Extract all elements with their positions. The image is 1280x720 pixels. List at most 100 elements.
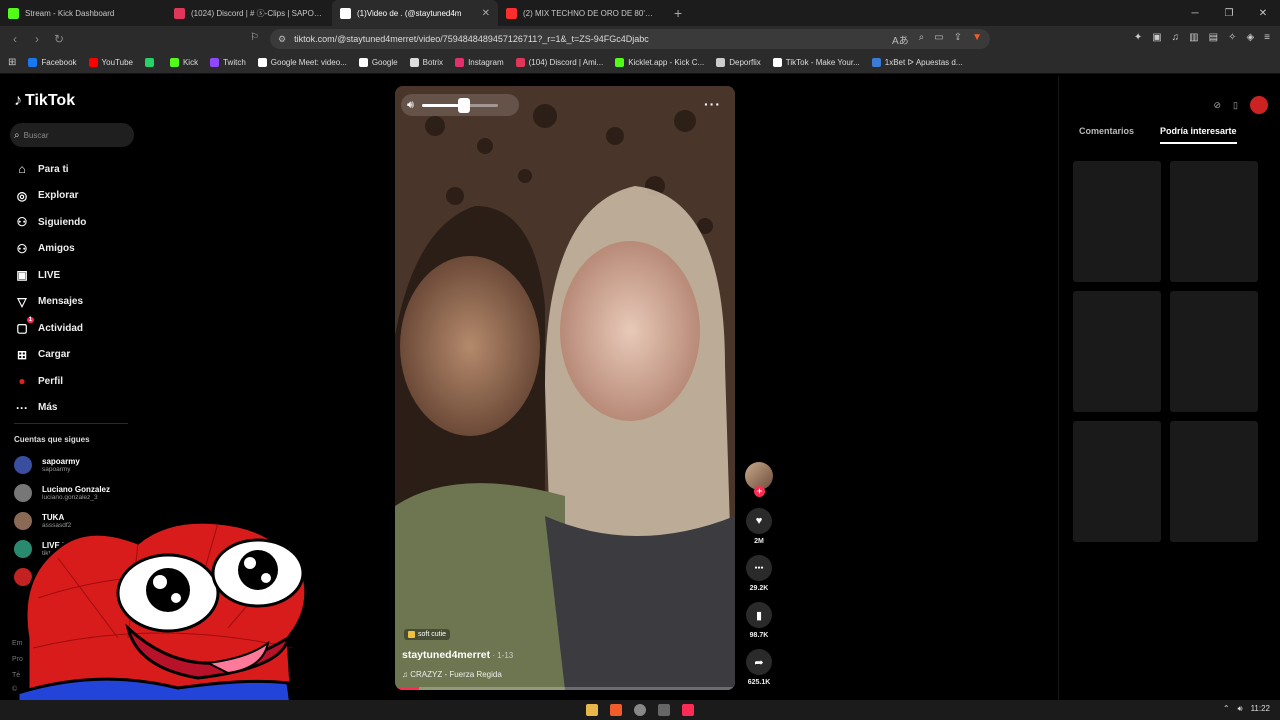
right-tab[interactable]: Podría interesarte xyxy=(1160,126,1237,144)
volume-control[interactable]: 🔊︎ xyxy=(401,94,519,116)
app-icon[interactable] xyxy=(658,704,670,716)
tiktok-icon xyxy=(340,7,351,19)
tiktok-app-icon[interactable] xyxy=(682,704,694,716)
like-icon: ♥ xyxy=(746,508,772,534)
apps-grid-icon[interactable]: ⊞ xyxy=(8,57,16,68)
bookmark-item[interactable]: Instagram xyxy=(455,58,504,67)
suggested-thumb[interactable] xyxy=(1073,161,1161,282)
share-icon[interactable]: ⇪ xyxy=(954,32,962,47)
tiktok-logo[interactable]: ♪ TikTok xyxy=(14,92,75,110)
url-field[interactable]: ⚙ tiktok.com/@staytuned4merret/video/759… xyxy=(270,29,990,49)
profile-avatar[interactable] xyxy=(1250,96,1268,114)
speaker-icon[interactable]: 🔊︎ xyxy=(407,99,414,112)
bookmark-item[interactable]: Facebook xyxy=(28,58,77,67)
browser-tab[interactable]: (2) MIX TECHNO DE ORO DE 80's & xyxy=(498,0,664,26)
sidebar-icon[interactable]: ▥ xyxy=(1189,32,1198,43)
music-icon[interactable]: ♫ xyxy=(1172,32,1180,43)
file-explorer-icon[interactable] xyxy=(586,704,598,716)
browser-tab[interactable]: Stream - Kick Dashboard xyxy=(0,0,166,26)
bookmark-icon[interactable]: ⚐ xyxy=(250,32,259,43)
brave-shield-icon[interactable]: ▼ xyxy=(972,32,982,47)
video-player[interactable]: 🔊︎ ··· soft cutie staytuned4merret · 1-1… xyxy=(395,86,735,690)
bookmark-item[interactable]: Kicklet.app - Kick C... xyxy=(615,58,704,67)
music-info[interactable]: ♫ CRAZYZ - Fuerza Regida xyxy=(402,670,502,679)
bookmark-item[interactable]: (104) Discord | Ami... xyxy=(515,58,603,67)
followed-account[interactable]: sapoarmy sapoarmy xyxy=(14,456,80,474)
right-tab[interactable]: Comentarios xyxy=(1079,126,1134,144)
restore-icon[interactable]: ❐ xyxy=(1212,0,1246,26)
video-progress-bar[interactable] xyxy=(395,687,735,690)
bookmark-item[interactable]: Google xyxy=(358,58,398,67)
bookmark-item[interactable]: YouTube xyxy=(88,58,133,67)
bookmark-favicon-icon xyxy=(409,58,419,67)
sidebar-item-perfil[interactable]: ● Perfil xyxy=(14,368,86,395)
progress-fill xyxy=(395,687,419,690)
like-button[interactable]: ♥ 2M xyxy=(744,508,774,545)
sidebar-item-amigos[interactable]: ⚇ Amigos xyxy=(14,236,86,263)
more-options-icon[interactable]: ··· xyxy=(704,96,721,112)
sidebar-item-live[interactable]: ▣ LIVE xyxy=(14,262,86,289)
bookmark-item[interactable]: Google Meet: video... xyxy=(257,58,347,67)
zoom-icon[interactable]: ⌕ xyxy=(919,32,925,47)
sidebar-item-para-ti[interactable]: ⌂ Para ti xyxy=(14,156,86,183)
bookmark-item[interactable]: TikTok - Make Your... xyxy=(772,58,860,67)
menu-icon[interactable]: ≡ xyxy=(1264,32,1270,43)
browser-tab-bar: Stream - Kick Dashboard (1024) Discord | … xyxy=(0,0,1280,26)
minimize-icon[interactable]: ─ xyxy=(1178,0,1212,26)
menu-label: Más xyxy=(38,402,58,414)
sidebar-item-explorar[interactable]: ◎ Explorar xyxy=(14,183,86,210)
footer-text[interactable]: © xyxy=(12,686,17,693)
bookmark-item[interactable]: Botrix xyxy=(409,58,443,67)
wallet-icon[interactable]: ▤ xyxy=(1209,32,1218,43)
close-tab-icon[interactable]: ✕ xyxy=(482,8,490,19)
volume-slider[interactable] xyxy=(421,97,498,113)
share-button[interactable]: ➦ 625.1K xyxy=(744,649,774,686)
bookmark-favicon-icon xyxy=(257,58,267,67)
bookmark-item[interactable] xyxy=(144,58,158,67)
video-author[interactable]: staytuned4merret · 1-13 xyxy=(402,649,513,661)
back-icon[interactable]: ‹ xyxy=(8,32,22,46)
reload-icon[interactable]: ↻ xyxy=(52,32,66,46)
browser-tab[interactable]: (1024) Discord | # ⓢ-Clips | SAPOLIC xyxy=(166,0,332,26)
sidebar-item-mensajes[interactable]: ▽ Mensajes xyxy=(14,289,86,316)
forward-icon[interactable]: › xyxy=(30,32,44,46)
ai-icon[interactable]: ✧ xyxy=(1228,32,1236,43)
right-tabs: Comentarios Podría interesarte xyxy=(1079,126,1237,144)
extensions-icon[interactable]: ✦ xyxy=(1134,32,1142,43)
compass-icon[interactable]: ⊘ xyxy=(1214,100,1222,111)
suggested-thumb[interactable] xyxy=(1170,291,1258,412)
site-info-icon[interactable]: ⚙ xyxy=(278,34,286,45)
bookmark-item[interactable]: 1xBet ᐅ Apuestas d... xyxy=(871,58,963,67)
chrome-icon[interactable] xyxy=(634,704,646,716)
screenshot-icon[interactable]: ▣ xyxy=(1152,32,1161,43)
video-tag[interactable]: soft cutie xyxy=(404,629,451,640)
followed-account[interactable]: Luciano Gonzalez luciano.gonzalez_3 xyxy=(14,484,110,502)
bookmark-item[interactable]: Twitch xyxy=(210,58,246,67)
new-tab-button[interactable]: + xyxy=(664,5,692,21)
device-icon[interactable]: ▯ xyxy=(1233,100,1238,111)
vpn-icon[interactable]: ◈ xyxy=(1246,32,1254,43)
translate-icon[interactable]: Aあ xyxy=(892,32,909,47)
save-button[interactable]: ▮ 98.7K xyxy=(744,602,774,639)
suggested-thumb[interactable] xyxy=(1170,421,1258,542)
volume-knob[interactable] xyxy=(457,97,470,113)
volume-tray-icon[interactable]: 🔊︎ xyxy=(1238,704,1243,714)
sidebar-item-cargar[interactable]: ⊞ Cargar xyxy=(14,342,86,369)
sidebar-item-más[interactable]: ··· Más xyxy=(14,395,86,422)
browser-tab[interactable]: (1)Video de . (@staytuned4m ✕ xyxy=(332,0,498,26)
wifi-icon[interactable]: ⌃ xyxy=(1223,704,1230,714)
suggested-thumb[interactable] xyxy=(1073,421,1161,542)
brave-icon[interactable] xyxy=(610,704,622,716)
cast-icon[interactable]: ▭ xyxy=(934,32,943,47)
sidebar-item-siguiendo[interactable]: ⚇ Siguiendo xyxy=(14,209,87,236)
follow-plus-icon[interactable]: + xyxy=(754,486,765,497)
close-window-icon[interactable]: ✕ xyxy=(1246,0,1280,26)
sidebar-item-actividad[interactable]: ▢ 1 Actividad xyxy=(14,315,86,342)
search-input[interactable]: ⌕ Buscar xyxy=(10,123,134,147)
bookmark-item[interactable]: Kick xyxy=(169,58,198,67)
comment-button[interactable]: ●●● 29.2K xyxy=(744,555,774,592)
suggested-thumb[interactable] xyxy=(1170,161,1258,282)
suggested-thumb[interactable] xyxy=(1073,291,1161,412)
menu-icon-8: ● xyxy=(18,374,26,389)
bookmark-item[interactable]: Deporflix xyxy=(716,58,761,67)
